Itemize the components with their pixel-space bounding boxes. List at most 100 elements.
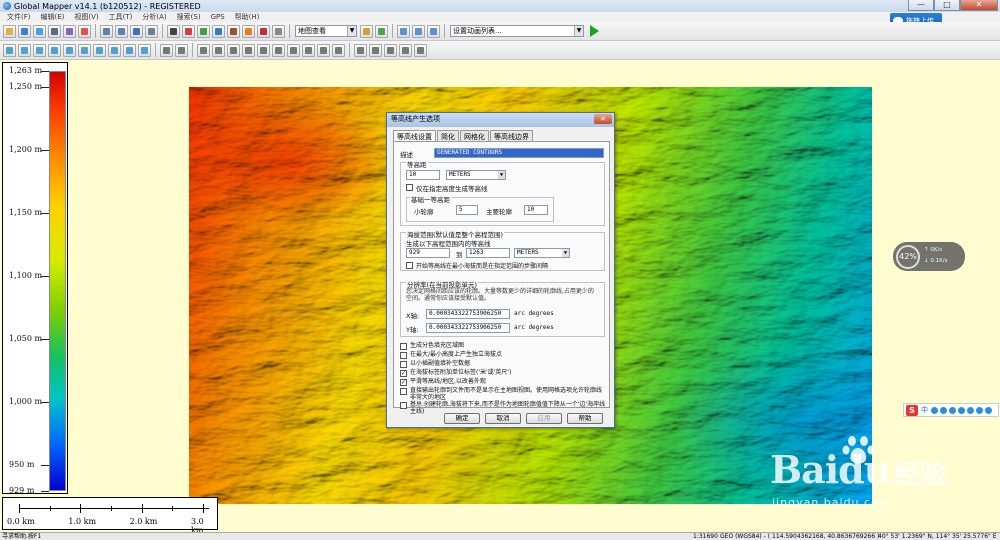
minor-input[interactable]: 5 bbox=[456, 205, 478, 215]
draw-tool-5-icon[interactable] bbox=[257, 43, 270, 57]
maximize-button[interactable]: □ bbox=[934, 0, 960, 11]
draw-tool-1-icon[interactable] bbox=[197, 43, 210, 57]
ime-language[interactable]: 中 bbox=[921, 405, 928, 415]
keyboard-icon[interactable] bbox=[958, 406, 965, 414]
user-icon[interactable] bbox=[967, 406, 974, 414]
zoom-out-icon[interactable] bbox=[115, 24, 128, 38]
pan-icon[interactable] bbox=[145, 24, 158, 38]
settings-icon[interactable] bbox=[985, 406, 992, 414]
zoom-in-icon[interactable] bbox=[100, 24, 113, 38]
menu-tools[interactable]: 工具(T) bbox=[104, 12, 138, 22]
apply-button[interactable]: 应用 bbox=[526, 413, 562, 424]
moon-icon[interactable] bbox=[931, 406, 938, 414]
skin-icon[interactable] bbox=[976, 406, 983, 414]
draw-tool-2-icon[interactable] bbox=[212, 43, 225, 57]
emoji-icon[interactable] bbox=[949, 406, 956, 414]
config-icon[interactable] bbox=[78, 24, 91, 38]
create-point-icon[interactable] bbox=[33, 43, 46, 57]
path-profile-icon[interactable] bbox=[212, 24, 225, 38]
range-min-input[interactable]: 929 bbox=[406, 248, 450, 258]
option-checkbox[interactable] bbox=[400, 402, 407, 409]
full-view-icon[interactable] bbox=[130, 24, 143, 38]
option-label: 以小插副值填补空数据 bbox=[410, 360, 471, 367]
major-input[interactable]: 10 bbox=[524, 205, 548, 215]
move-feature-icon[interactable] bbox=[93, 43, 106, 57]
create-area-icon[interactable] bbox=[3, 43, 16, 57]
draw-tool-7-icon[interactable] bbox=[287, 43, 300, 57]
draw-tool-15-icon[interactable] bbox=[414, 43, 427, 57]
cancel-button[interactable]: 取消 bbox=[485, 413, 521, 424]
menu-view[interactable]: 视图(V) bbox=[69, 12, 103, 22]
range-unit-select[interactable]: METERS ▼ bbox=[514, 248, 570, 258]
digitizer-icon[interactable] bbox=[197, 24, 210, 38]
view-select[interactable]: 地图查看 ▼ bbox=[295, 25, 357, 37]
shader-options-icon[interactable] bbox=[397, 24, 410, 38]
vertex-delete-icon[interactable] bbox=[175, 43, 188, 57]
draw-tool-6-icon[interactable] bbox=[272, 43, 285, 57]
feature-info-icon[interactable] bbox=[242, 24, 255, 38]
open-folder-icon[interactable] bbox=[3, 24, 16, 38]
help-button[interactable]: 帮助 bbox=[567, 413, 603, 424]
ok-button[interactable]: 确定 bbox=[444, 413, 480, 424]
draw-tool-14-icon[interactable] bbox=[399, 43, 412, 57]
scale-line bbox=[19, 508, 209, 509]
interval-input[interactable]: 10 bbox=[406, 170, 440, 180]
start-lowest-checkbox[interactable] bbox=[406, 262, 413, 269]
online-data-icon[interactable] bbox=[33, 24, 46, 38]
y-resolution-input[interactable]: 0.000343322753906250 bbox=[426, 323, 510, 333]
ime-toolbar[interactable]: S 中 bbox=[903, 403, 999, 417]
draw-tool-10-icon[interactable] bbox=[332, 43, 345, 57]
interval-unit-select[interactable]: METERS ▼ bbox=[446, 170, 506, 180]
draw-tool-9-icon[interactable] bbox=[317, 43, 330, 57]
option-checkbox[interactable] bbox=[400, 352, 407, 359]
dialog-close-button[interactable]: ✕ bbox=[594, 114, 612, 124]
option-checkbox[interactable] bbox=[400, 388, 407, 395]
punctuation-icon[interactable] bbox=[940, 406, 947, 414]
menu-search[interactable]: 搜索(S) bbox=[172, 12, 206, 22]
draw-tool-3-icon[interactable] bbox=[227, 43, 240, 57]
range-max-input[interactable]: 1263 bbox=[466, 248, 510, 258]
only-specified-checkbox[interactable] bbox=[406, 184, 413, 191]
measure-icon[interactable] bbox=[182, 24, 195, 38]
pointer-icon[interactable] bbox=[167, 24, 180, 38]
vertical-exag-icon[interactable] bbox=[412, 24, 425, 38]
option-checkbox[interactable]: ✓ bbox=[400, 370, 407, 377]
menu-edit[interactable]: 编辑(E) bbox=[36, 12, 70, 22]
minimize-button[interactable]: — bbox=[908, 0, 934, 11]
shader-icon[interactable] bbox=[375, 24, 388, 38]
draw-tool-11-icon[interactable] bbox=[354, 43, 367, 57]
draw-tool-8-icon[interactable] bbox=[302, 43, 315, 57]
option-checkbox[interactable] bbox=[400, 361, 407, 368]
layer-style-icon[interactable] bbox=[360, 24, 373, 38]
vertex-add-icon[interactable] bbox=[160, 43, 173, 57]
option-checkbox[interactable] bbox=[400, 343, 407, 350]
draw-tool-4-icon[interactable] bbox=[242, 43, 255, 57]
light-direction-icon[interactable] bbox=[427, 24, 440, 38]
view-shed-icon[interactable] bbox=[227, 24, 240, 38]
menu-gps[interactable]: GPS bbox=[206, 13, 230, 21]
x-resolution-input[interactable]: 0.000343322753906250 bbox=[426, 309, 510, 319]
menu-file[interactable]: 文件(F) bbox=[2, 12, 36, 22]
play-icon[interactable] bbox=[590, 25, 599, 37]
split-feature-icon[interactable] bbox=[123, 43, 136, 57]
open-data-icon[interactable] bbox=[18, 24, 31, 38]
hand-icon[interactable] bbox=[272, 24, 285, 38]
menu-help[interactable]: 帮助(H) bbox=[230, 12, 265, 22]
animation-select[interactable]: 设置动画列表... ▼ bbox=[450, 25, 584, 37]
3d-view-icon[interactable] bbox=[257, 24, 270, 38]
description-input[interactable]: GENERATED CONTOURS bbox=[434, 148, 604, 158]
menu-analysis[interactable]: 分析(A) bbox=[137, 12, 171, 22]
save-icon[interactable] bbox=[48, 24, 61, 38]
draw-tool-13-icon[interactable] bbox=[384, 43, 397, 57]
draw-tool-12-icon[interactable] bbox=[369, 43, 382, 57]
option-checkbox[interactable]: ✓ bbox=[400, 379, 407, 386]
rotate-feature-icon[interactable] bbox=[108, 43, 121, 57]
create-rect-icon[interactable] bbox=[63, 43, 76, 57]
join-feature-icon[interactable] bbox=[138, 43, 151, 57]
control-center-icon[interactable] bbox=[63, 24, 76, 38]
create-circle-icon[interactable] bbox=[48, 43, 61, 57]
close-button[interactable]: ✕ bbox=[960, 0, 998, 11]
create-line-icon[interactable] bbox=[18, 43, 31, 57]
edit-vertices-icon[interactable] bbox=[78, 43, 91, 57]
network-speed-widget[interactable]: 42% ↑ 0K/s ↓ 0.1K/s bbox=[893, 242, 965, 271]
